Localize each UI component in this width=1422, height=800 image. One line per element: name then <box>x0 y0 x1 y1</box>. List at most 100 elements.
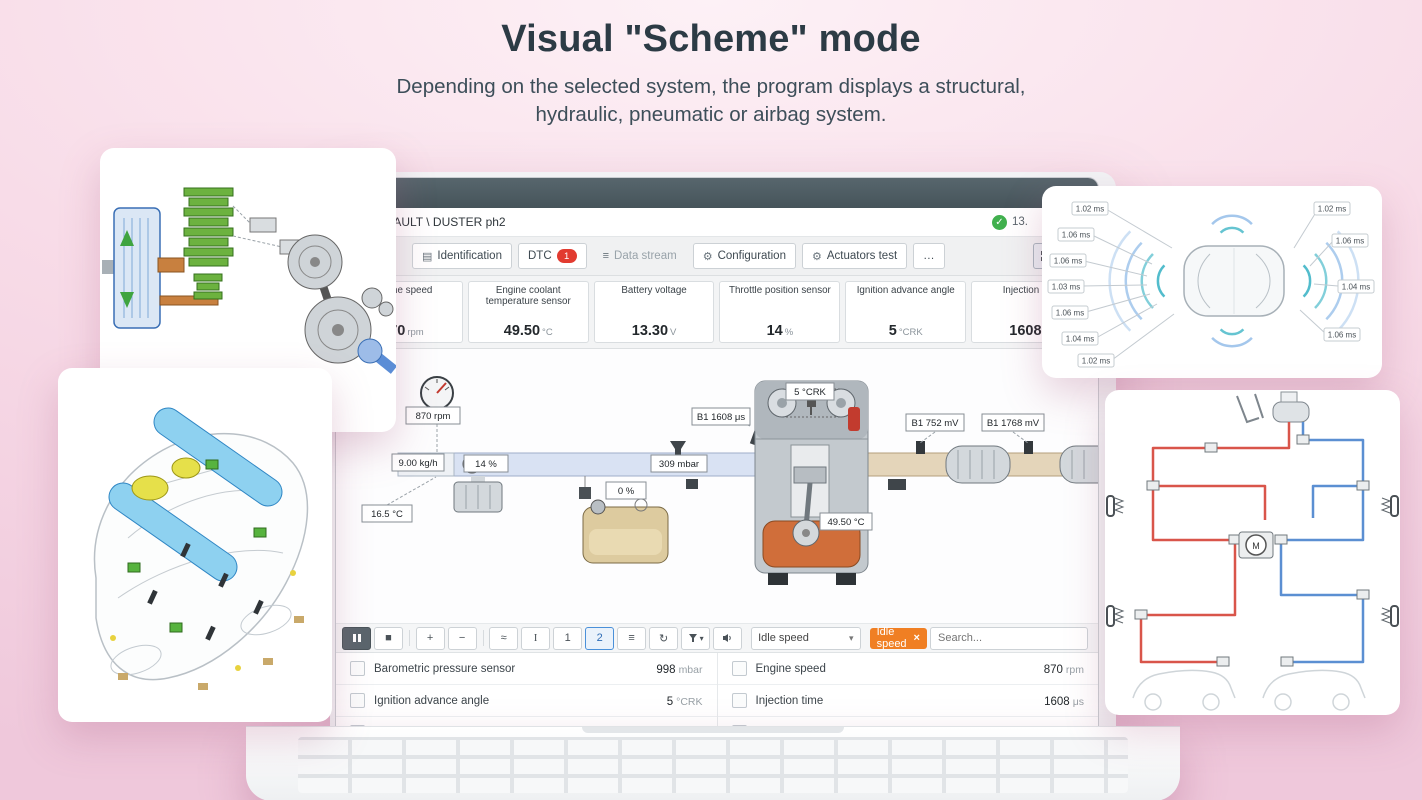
pause-button[interactable] <box>342 626 371 650</box>
sound-button[interactable] <box>713 626 743 650</box>
sensor-card-unit: % <box>784 327 794 338</box>
sensor-card: Battery voltage 13.30 V <box>593 281 715 343</box>
svg-text:5 °CRK: 5 °CRK <box>794 387 826 398</box>
hydraulic-unit: M <box>1238 531 1274 559</box>
parking-sensor-panel: 1.02 ms 1.06 ms 1.06 ms 1.03 ms 1.06 ms … <box>1042 186 1382 378</box>
tab-identification[interactable]: ▤ Identification <box>412 243 512 269</box>
sensor-card-value: 13.30 <box>631 323 669 339</box>
svg-text:1.02 ms: 1.02 ms <box>1082 357 1110 366</box>
svg-text:1.04 ms: 1.04 ms <box>1066 335 1094 344</box>
svg-text:B1 1768 mV: B1 1768 mV <box>987 418 1040 429</box>
tab-dtc[interactable]: DTC 1 <box>517 243 587 269</box>
table-row: Ignition advance angle 5 °CRK <box>336 685 717 717</box>
vehicle-header: RENAULT \ DUSTER ph2 ✓ 13. <box>336 208 1098 237</box>
row-checkbox[interactable] <box>350 693 365 708</box>
svg-text:9.00 kg/h: 9.00 kg/h <box>398 458 437 469</box>
svg-text:16.5 °C: 16.5 °C <box>371 509 403 520</box>
idler-gears <box>361 287 394 317</box>
tab-more[interactable]: … <box>913 243 945 269</box>
sensor-card-title: Engine coolant temperature sensor <box>485 286 571 307</box>
wave-mode-button[interactable]: ≈ <box>489 626 519 650</box>
brake-circuit-secondary <box>1279 422 1365 664</box>
tab-more-label: … <box>923 250 935 262</box>
chip-close-icon[interactable]: × <box>914 632 920 644</box>
parking-sensor-label: 1.06 ms <box>1331 233 1369 248</box>
parking-sensor-label: 1.06 ms <box>1057 227 1095 242</box>
status-time: 13. <box>1012 216 1028 228</box>
list-view-button[interactable]: ≡ <box>617 626 647 650</box>
clutch-assembly <box>102 207 161 329</box>
scheme-label-map: 309 mbar <box>650 454 708 473</box>
muffler-icon <box>888 479 906 490</box>
row-checkbox[interactable] <box>731 661 747 676</box>
tab-actuators-label: Actuators test <box>826 250 898 262</box>
svg-text:14 %: 14 % <box>475 459 497 470</box>
tab-dtc-label: DTC <box>527 250 552 262</box>
parking-sensor-label: 1.02 ms <box>1071 201 1109 216</box>
param-unit: mbar <box>678 663 703 676</box>
group-select[interactable]: Idle speed ▾ <box>751 626 861 650</box>
scheme-label-ignition: 5 °CRK <box>785 382 835 401</box>
sensor-card-unit: °C <box>542 327 553 338</box>
param-name: Engine speed <box>755 662 826 675</box>
scheme-label-injection: B1 1608 μs <box>691 407 751 426</box>
sensor-card-unit: V <box>670 327 677 338</box>
list-icon: ≡ <box>602 250 610 262</box>
laptop-base <box>246 726 1180 800</box>
suspension-icons <box>1106 495 1399 627</box>
sensor-card: Ignition advance angle 5 °CRK <box>845 281 967 343</box>
motor-label: M <box>1252 541 1260 551</box>
row-checkbox[interactable] <box>350 661 365 676</box>
row-checkbox[interactable] <box>731 693 747 708</box>
gear-stack <box>183 187 234 300</box>
hero: Visual "Scheme" mode Depending on the se… <box>0 12 1422 130</box>
page-subtitle: Depending on the selected system, the pr… <box>0 73 1422 130</box>
parking-sensor-label: 1.06 ms <box>1051 305 1089 320</box>
parking-sensor-label: 1.04 ms <box>1337 279 1375 294</box>
tab-configuration-label: Configuration <box>717 250 786 262</box>
purge-valve <box>579 476 591 499</box>
param-value: 998 <box>656 663 676 676</box>
page-1-button[interactable]: 1 <box>553 626 583 650</box>
cvt-pulleys <box>287 234 372 364</box>
param-value: 1608 <box>1044 695 1070 708</box>
sensor-card: Throttle position sensor 14% <box>719 281 841 343</box>
tab-data-stream[interactable]: ≡ Data stream <box>593 243 687 269</box>
promo-stage: Visual "Scheme" mode Depending on the se… <box>0 0 1422 800</box>
connection-check-icon: ✓ <box>992 214 1007 230</box>
zoom-out-button[interactable]: − <box>447 626 477 650</box>
pause-icon <box>352 634 361 642</box>
svg-text:1.06 ms: 1.06 ms <box>1328 331 1356 340</box>
pedal-assembly <box>1236 391 1310 424</box>
sensor-card-title: Battery voltage <box>621 286 687 296</box>
svg-text:1.06 ms: 1.06 ms <box>1054 257 1082 266</box>
parking-sensor-label: 1.06 ms <box>1323 327 1361 342</box>
o2-sensor-icon <box>1024 441 1033 454</box>
sensor-card: Engine coolant temperature sensor 49.50 °… <box>467 281 589 343</box>
sensor-card-row: Engine speed 870rpm Engine coolant tempe… <box>336 276 1098 349</box>
filter-button[interactable]: ▾ <box>681 626 711 650</box>
sensor-card-unit: °CRK <box>898 327 923 338</box>
page-2-button[interactable]: 2 <box>585 626 615 650</box>
oil-reservoir <box>582 498 669 564</box>
table-column-right: Engine speed 870 rpm Injection time 1608 μ… <box>716 653 1098 732</box>
filter-chip[interactable]: Idle speed × <box>869 626 927 650</box>
stop-button[interactable]: ■ <box>374 626 403 650</box>
zoom-in-button[interactable]: + <box>415 626 445 650</box>
refresh-button[interactable]: ↻ <box>649 626 679 650</box>
chevron-down-icon: ▾ <box>699 633 704 643</box>
svg-text:1.02 ms: 1.02 ms <box>1318 205 1346 214</box>
param-name: Ignition advance angle <box>374 694 490 707</box>
cursor-mode-button[interactable]: I <box>521 626 551 650</box>
search-input[interactable] <box>930 626 1088 650</box>
tab-configuration[interactable]: ⚙ Configuration <box>692 243 796 269</box>
svg-text:1.02 ms: 1.02 ms <box>1076 205 1104 214</box>
param-value: 5 <box>666 695 674 708</box>
tab-actuators-test[interactable]: ⚙ Actuators test <box>801 243 908 269</box>
air-filter <box>453 476 503 513</box>
parking-sensor-label: 1.06 ms <box>1049 253 1087 268</box>
svg-text:309 mbar: 309 mbar <box>659 459 699 470</box>
svg-text:1.03 ms: 1.03 ms <box>1052 283 1080 292</box>
laptop-screen: RENAULT \ DUSTER ph2 ✓ 13. ▤ Identificat… <box>330 172 1116 738</box>
o2-sensor-icon <box>916 441 925 454</box>
